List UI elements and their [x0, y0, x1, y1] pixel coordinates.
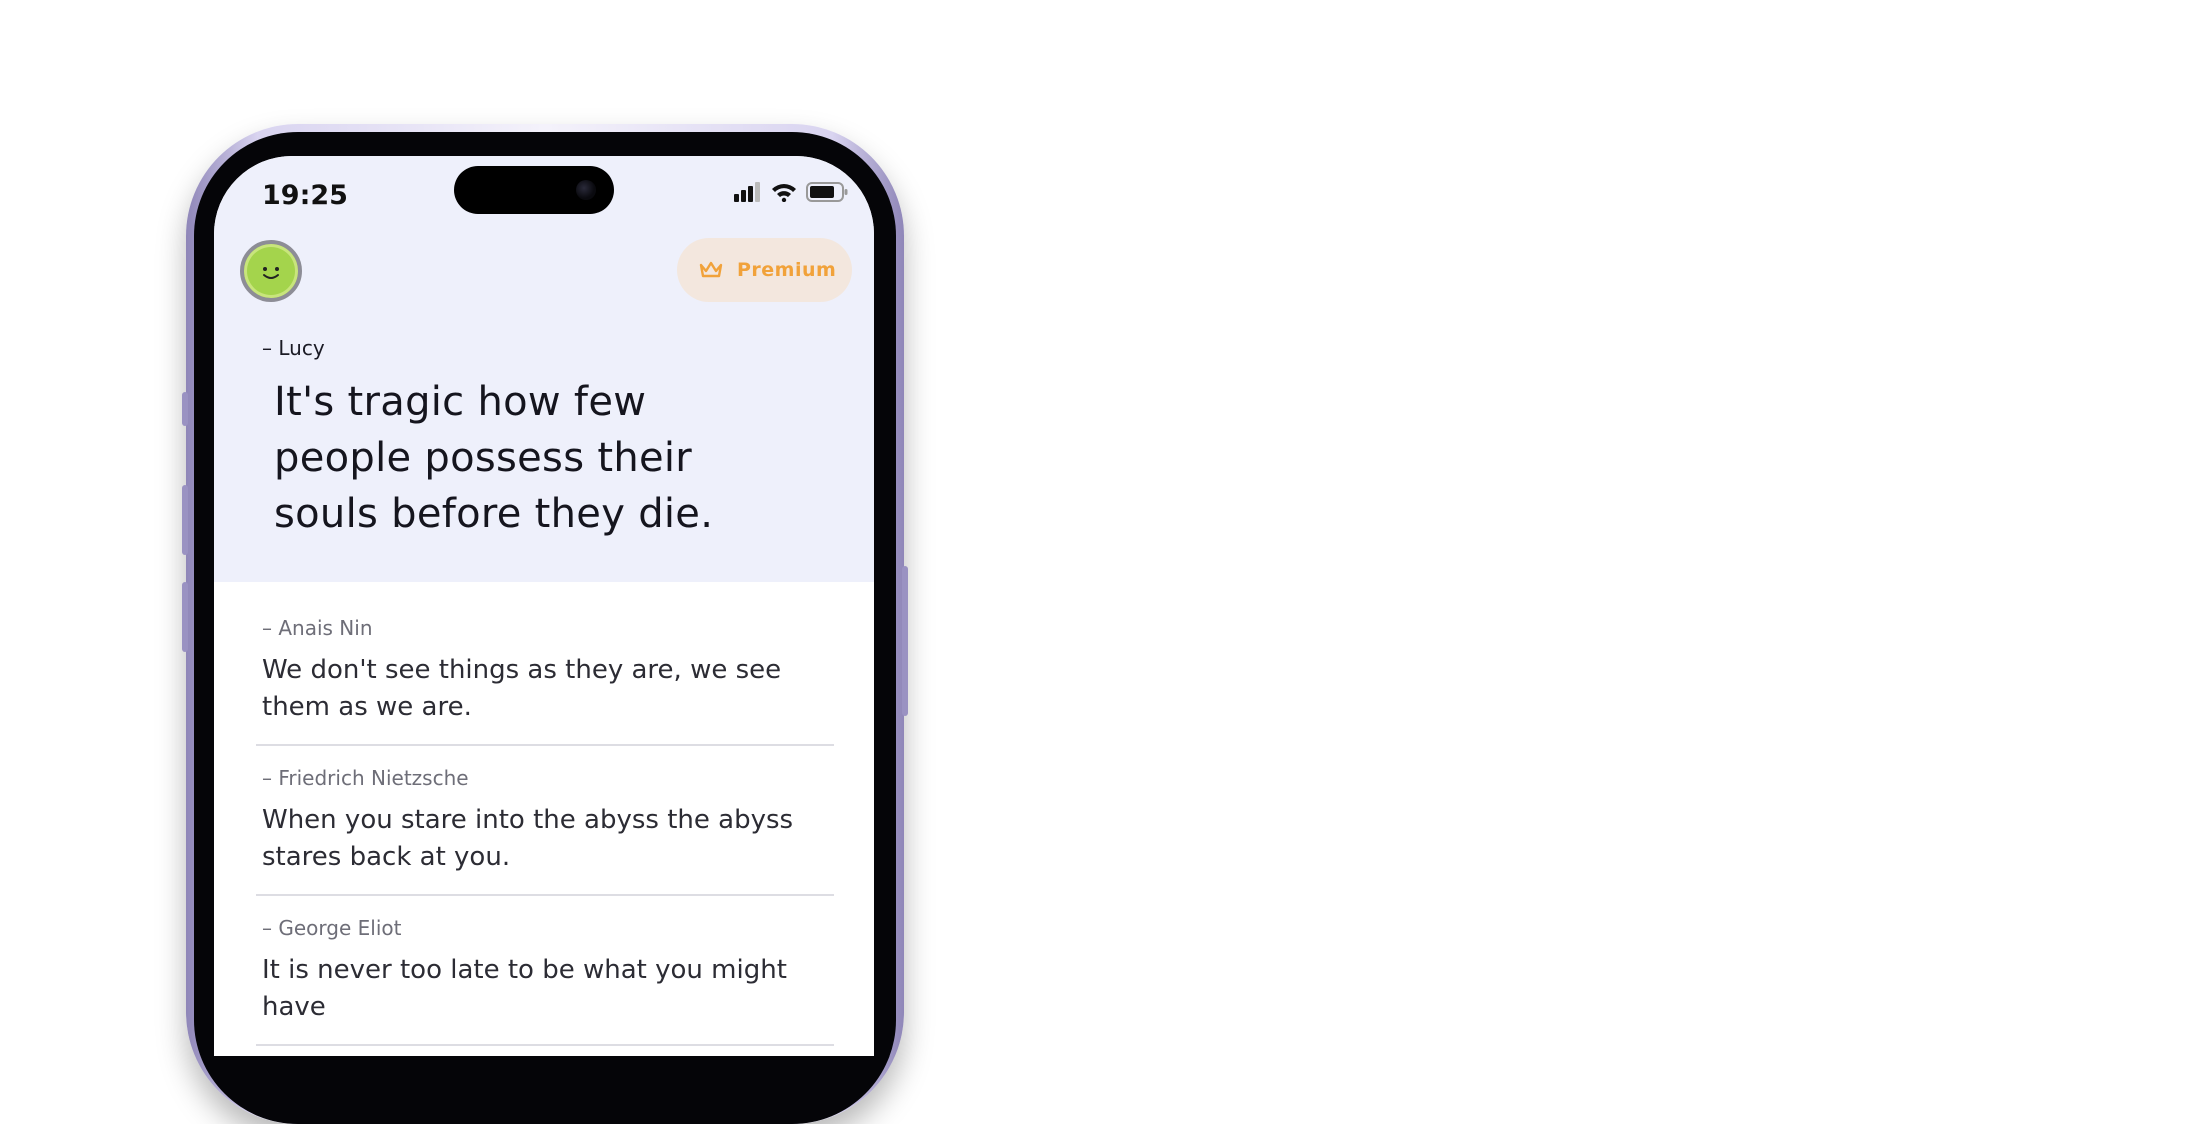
premium-label: Premium — [737, 259, 837, 281]
dynamic-island — [454, 166, 614, 214]
featured-quote-text: It's tragic how few people possess their… — [274, 379, 714, 537]
list-item[interactable]: – Anais Nin We don't see things as they … — [256, 610, 834, 746]
featured-quote-author: – Lucy — [262, 336, 325, 360]
volume-up-button — [182, 485, 188, 555]
quote-list: – Anais Nin We don't see things as they … — [256, 610, 834, 1056]
quote-text: When you stare into the abyss the abyss … — [262, 805, 794, 872]
power-button — [902, 566, 908, 716]
volume-down-button — [182, 582, 188, 652]
camera-icon — [576, 180, 596, 200]
list-item[interactable]: – George Eliot It is never too late to b… — [256, 910, 834, 1046]
status-icons — [734, 182, 848, 202]
wifi-icon — [772, 184, 796, 202]
battery-icon — [806, 182, 848, 202]
premium-button[interactable]: Premium — [677, 238, 852, 302]
quote-text: We don't see things as they are, we see … — [262, 655, 782, 722]
quote-author: – Anais Nin — [262, 616, 373, 640]
action-button — [182, 392, 188, 426]
quote-author: – Friedrich Nietzsche — [262, 766, 469, 790]
smiley-face-icon — [263, 267, 279, 279]
phone-screen: 19:25 Premium – Lucy It's tragic how few… — [214, 156, 874, 1056]
status-time: 19:25 — [262, 180, 348, 211]
featured-quote-card: 19:25 Premium – Lucy It's tragic how few… — [214, 156, 874, 582]
quote-author: – George Eliot — [262, 916, 402, 940]
signal-icon — [734, 182, 760, 202]
crown-icon — [699, 261, 723, 278]
avatar[interactable] — [240, 240, 302, 302]
list-item[interactable]: – Friedrich Nietzsche When you stare int… — [256, 760, 834, 896]
quote-text: It is never too late to be what you migh… — [262, 955, 787, 1022]
